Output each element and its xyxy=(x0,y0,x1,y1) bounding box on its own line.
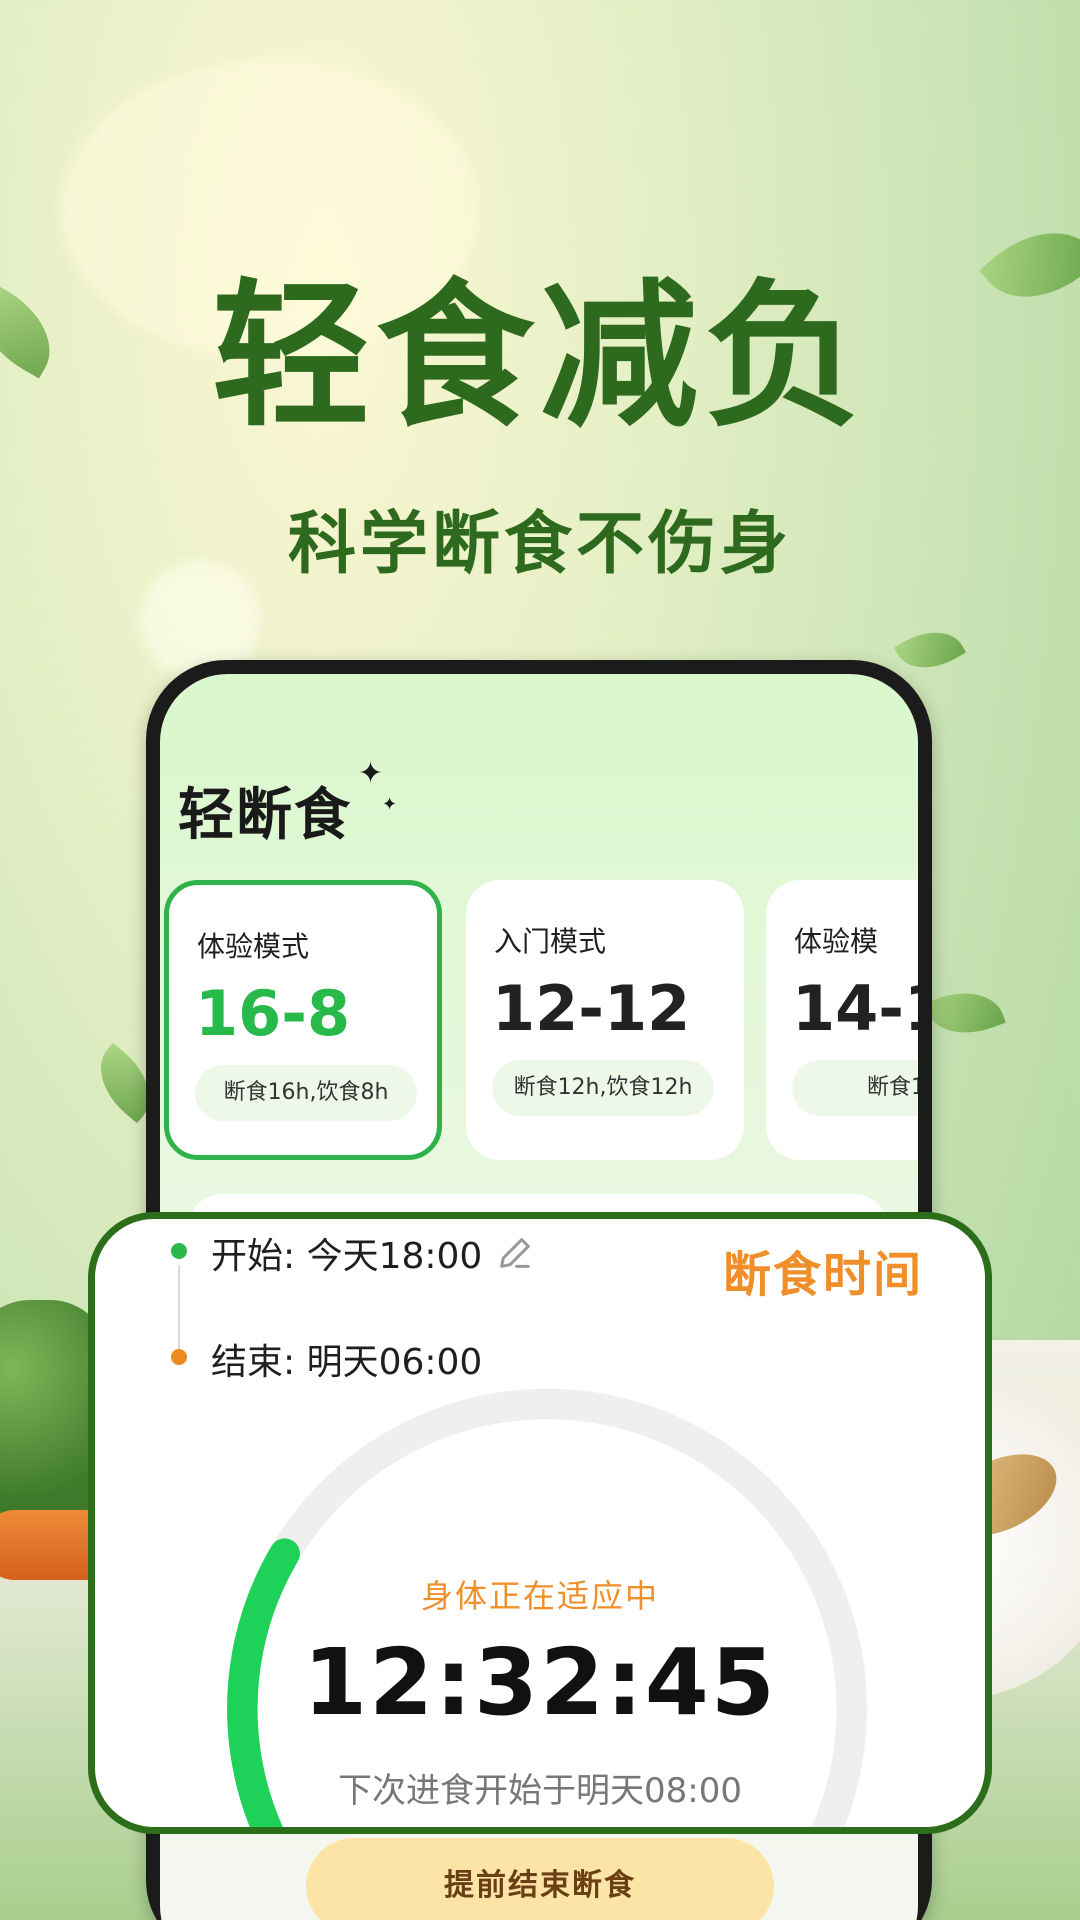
next-meal-time: 下次进食开始于明天08:00 xyxy=(338,1771,742,1811)
mode-value: 14-1 xyxy=(792,972,918,1045)
hero-subtitle: 科学断食不伤身 xyxy=(287,505,792,584)
sparkle-icon: ✦ xyxy=(358,756,384,791)
pencil-icon[interactable] xyxy=(495,1233,535,1273)
mode-value: 16-8 xyxy=(195,977,351,1050)
start-dot xyxy=(171,1243,187,1259)
body-status: 身体正在适应中 xyxy=(420,1577,659,1615)
timeline-connector xyxy=(178,1265,180,1351)
end-time: 结束: 明天06:00 xyxy=(211,1342,483,1383)
leaf-decoration xyxy=(924,979,1006,1047)
card-title: 断食时间 xyxy=(722,1247,923,1303)
mode-card-beginner[interactable]: 入门模式 12-12 断食12h,饮食12h xyxy=(466,880,744,1160)
mode-description: 断食16h,饮食8h xyxy=(195,1065,417,1121)
progress-ring xyxy=(227,1388,867,1827)
mode-description: 断食14 xyxy=(792,1060,918,1116)
end-dot xyxy=(171,1349,187,1365)
app-logo: 轻断食 xyxy=(178,782,352,848)
mode-label: 体验模 xyxy=(794,925,879,958)
countdown-timer: 12:32:45 xyxy=(303,1629,777,1736)
mode-card-partial[interactable]: 体验模 14-1 断食14 xyxy=(766,880,918,1160)
leaf-decoration xyxy=(894,617,966,683)
mode-label: 入门模式 xyxy=(494,925,607,958)
sparkle-icon: ✦ xyxy=(382,794,398,815)
mode-description: 断食12h,饮食12h xyxy=(492,1060,714,1116)
mode-label: 体验模式 xyxy=(197,930,310,963)
end-fast-early-button[interactable]: 提前结束断食 xyxy=(306,1838,774,1920)
fasting-timer-card: 断食时间 开始: 今天18:00 结束: 明天06:00 身体正在适应中 12:… xyxy=(88,1212,992,1834)
mode-card-experience[interactable]: 体验模式 16-8 断食16h,饮食8h xyxy=(164,880,442,1160)
start-time: 开始: 今天18:00 xyxy=(211,1236,483,1277)
mode-value: 12-12 xyxy=(492,972,691,1045)
hero-title: 轻食减负 xyxy=(212,264,868,449)
